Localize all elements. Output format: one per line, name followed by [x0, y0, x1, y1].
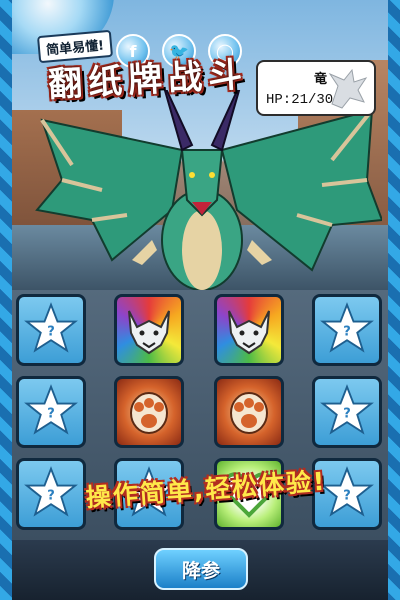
battle-scene: f 🐦 ◯ 简单易懂! 翻纸牌战斗 竜 HP:21/30	[12, 0, 388, 290]
card-r2c3[interactable]	[214, 376, 284, 448]
wolf-face-icon	[128, 310, 170, 355]
card-glyph: ?	[47, 325, 55, 340]
dragon-enemy-illustration	[35, 90, 382, 290]
question-star-icon: ?	[24, 384, 78, 435]
card-r1c2[interactable]	[114, 294, 184, 366]
enemy-status-panel: 竜 HP:21/30	[256, 60, 376, 116]
card-r1c4[interactable]: ?	[312, 294, 382, 366]
dragon-silhouette-icon	[328, 68, 368, 109]
question-star-icon: ?	[320, 384, 374, 435]
card-r2c1[interactable]: ?	[16, 376, 86, 448]
surrender-button[interactable]: 降参	[154, 548, 248, 590]
wolf-face-icon	[228, 310, 270, 355]
card-r1c1[interactable]: ?	[16, 294, 86, 366]
card-r2c4[interactable]: ?	[312, 376, 382, 448]
card-glyph: ?	[343, 325, 351, 340]
question-star-icon: ?	[320, 302, 374, 353]
paw-icon	[130, 392, 168, 434]
card-r2c2[interactable]	[114, 376, 184, 448]
game-screen: f 🐦 ◯ 简单易懂! 翻纸牌战斗 竜 HP:21/30 ??????? 操作简…	[12, 0, 388, 600]
card-glyph: ?	[343, 407, 351, 422]
paw-icon	[230, 392, 268, 434]
question-star-icon: ?	[24, 302, 78, 353]
card-glyph: ?	[47, 407, 55, 422]
game-title: 翻纸牌战斗	[47, 54, 250, 106]
card-r1c3[interactable]	[214, 294, 284, 366]
